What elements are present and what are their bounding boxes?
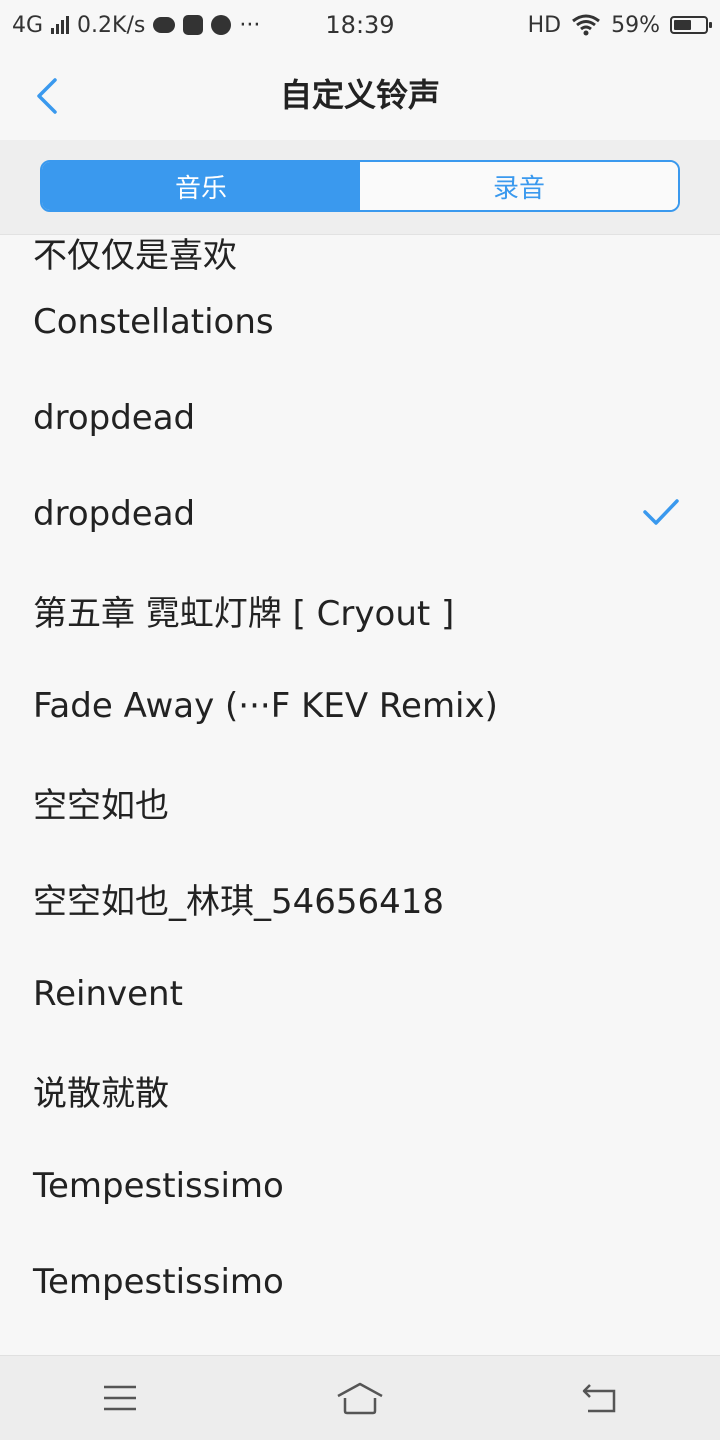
ringtone-title: Fade Away (···F KEV Remix) bbox=[33, 686, 498, 726]
hd-badge: HD bbox=[527, 12, 562, 38]
list-item-selected[interactable]: dropdead bbox=[0, 466, 720, 562]
tab-recordings[interactable]: 录音 bbox=[360, 162, 678, 210]
ringtone-title: 第五章 霓虹灯牌 [ Cryout ] bbox=[33, 593, 455, 634]
list-item[interactable]: 说散就散 bbox=[0, 1042, 720, 1138]
home-button[interactable] bbox=[320, 1368, 400, 1428]
ringtone-title: 说散就散 bbox=[33, 1073, 169, 1114]
list-item[interactable]: Tempestissimo bbox=[0, 1234, 720, 1330]
list-item[interactable]: 不仅仅是喜欢 bbox=[0, 234, 720, 276]
ringtone-title: 空空如也_林琪_54656418 bbox=[33, 881, 445, 922]
ringtone-title: 空空如也 bbox=[33, 785, 169, 826]
status-right: HD 59% bbox=[527, 12, 712, 38]
navigation-bar bbox=[0, 1355, 720, 1440]
menu-icon bbox=[104, 1385, 136, 1411]
list-item[interactable]: Constellations bbox=[0, 274, 720, 370]
tab-bar: 音乐 录音 bbox=[0, 140, 720, 235]
battery-percent: 59% bbox=[611, 12, 660, 38]
more-notifications: ··· bbox=[239, 12, 261, 38]
battery-icon bbox=[670, 16, 712, 34]
list-item[interactable]: 空空如也_林琪_54656418 bbox=[0, 850, 720, 946]
list-item[interactable]: Tempestissimo bbox=[0, 1138, 720, 1234]
status-bar: 4G 0.2K/s ··· HD 59% bbox=[0, 0, 720, 50]
ringtone-title: dropdead bbox=[33, 494, 196, 534]
ringtone-title: dropdead bbox=[33, 398, 196, 438]
ringtone-title: 不仅仅是喜欢 bbox=[33, 236, 237, 276]
wifi-icon bbox=[572, 14, 601, 36]
cloud-icon bbox=[153, 17, 176, 33]
ringtone-list[interactable]: 不仅仅是喜欢 Constellations dropdead dropdead … bbox=[0, 234, 720, 1356]
tab-music[interactable]: 音乐 bbox=[42, 162, 360, 210]
list-item[interactable]: Reinvent bbox=[0, 946, 720, 1042]
home-icon bbox=[337, 1382, 383, 1415]
list-item[interactable]: Fade Away (···F KEV Remix) bbox=[0, 658, 720, 754]
segmented-control: 音乐 录音 bbox=[40, 160, 680, 212]
ringtone-title: Tempestissimo bbox=[33, 1262, 284, 1302]
list-item[interactable]: 第五章 霓虹灯牌 [ Cryout ] bbox=[0, 562, 720, 658]
list-item[interactable]: 空空如也 bbox=[0, 754, 720, 850]
list-item[interactable]: dropdead bbox=[0, 370, 720, 466]
ringtone-title: Reinvent bbox=[33, 974, 183, 1014]
return-icon bbox=[582, 1384, 616, 1413]
menu-button[interactable] bbox=[80, 1368, 160, 1428]
header: 自定义铃声 bbox=[0, 50, 720, 140]
status-left: 4G 0.2K/s ··· bbox=[12, 13, 260, 38]
network-type: 4G bbox=[12, 12, 44, 38]
battery-fill bbox=[674, 20, 691, 30]
network-speed: 0.2K/s bbox=[77, 12, 146, 38]
signal-icon bbox=[51, 16, 70, 34]
back-nav-button[interactable] bbox=[560, 1368, 640, 1428]
wechat-icon bbox=[211, 15, 232, 35]
ringtone-title: Constellations bbox=[33, 302, 274, 342]
ringtone-title: Tempestissimo bbox=[33, 1166, 284, 1206]
video-app-icon bbox=[183, 15, 204, 35]
checkmark-icon bbox=[643, 499, 679, 525]
page-title: 自定义铃声 bbox=[279, 76, 440, 114]
